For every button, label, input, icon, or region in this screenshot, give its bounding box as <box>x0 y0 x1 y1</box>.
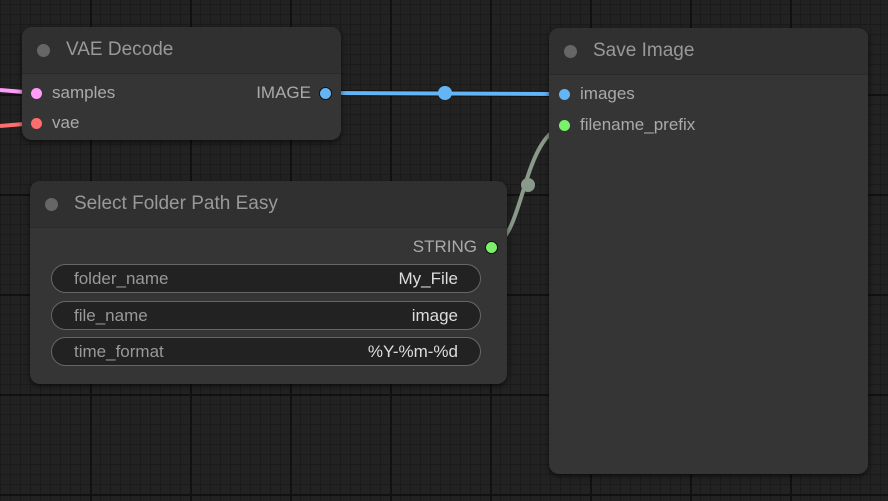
slot-dot-icon[interactable] <box>485 240 498 254</box>
slot-label: images <box>580 84 635 103</box>
node-title-bar[interactable]: Save Image <box>549 28 868 75</box>
folder-name-widget[interactable]: folder_name My_File <box>51 264 481 293</box>
slot-dot-icon[interactable] <box>31 87 42 99</box>
output-image[interactable]: IMAGE <box>256 83 332 103</box>
widget-label: time_format <box>74 341 164 361</box>
slot-label: vae <box>52 113 80 132</box>
node-title: Save Image <box>593 40 695 61</box>
slot-label: STRING <box>412 237 477 256</box>
slot-dot-icon[interactable] <box>31 117 42 129</box>
node-title: Select Folder Path Easy <box>74 193 278 214</box>
save-image-node[interactable]: Save Image images filename_prefix <box>549 28 868 474</box>
input-vae[interactable]: vae <box>31 113 79 133</box>
node-title-bar[interactable]: Select Folder Path Easy <box>30 181 507 228</box>
node-title-bar[interactable]: VAE Decode <box>22 27 341 74</box>
vae-decode-node[interactable]: VAE Decode samples vae IMAGE <box>22 27 341 140</box>
input-filename-prefix[interactable]: filename_prefix <box>559 115 695 135</box>
widget-label: folder_name <box>74 268 169 288</box>
collapse-dot-icon[interactable] <box>45 197 58 211</box>
widget-value: image <box>411 305 458 325</box>
select-folder-path-node[interactable]: Select Folder Path Easy STRING folder_na… <box>30 181 507 384</box>
slot-label: samples <box>52 83 116 102</box>
time-format-widget[interactable]: time_format %Y-%m-%d <box>51 337 481 366</box>
collapse-dot-icon[interactable] <box>564 44 577 58</box>
slot-dot-icon[interactable] <box>559 119 570 131</box>
widget-value: My_File <box>398 268 458 288</box>
collapse-dot-icon[interactable] <box>37 43 50 57</box>
input-samples[interactable]: samples <box>31 83 115 103</box>
string-link-midpoint[interactable] <box>521 178 535 192</box>
slot-dot-icon[interactable] <box>559 88 570 100</box>
node-title: VAE Decode <box>66 39 174 60</box>
widget-value: %Y-%m-%d <box>367 341 458 361</box>
slot-label: filename_prefix <box>580 115 696 134</box>
widget-label: file_name <box>74 305 148 325</box>
input-images[interactable]: images <box>559 84 635 104</box>
slot-dot-icon[interactable] <box>319 86 332 100</box>
slot-label: IMAGE <box>256 83 311 102</box>
image-link-midpoint[interactable] <box>438 86 452 100</box>
output-string[interactable]: STRING <box>413 237 498 257</box>
file-name-widget[interactable]: file_name image <box>51 301 481 330</box>
